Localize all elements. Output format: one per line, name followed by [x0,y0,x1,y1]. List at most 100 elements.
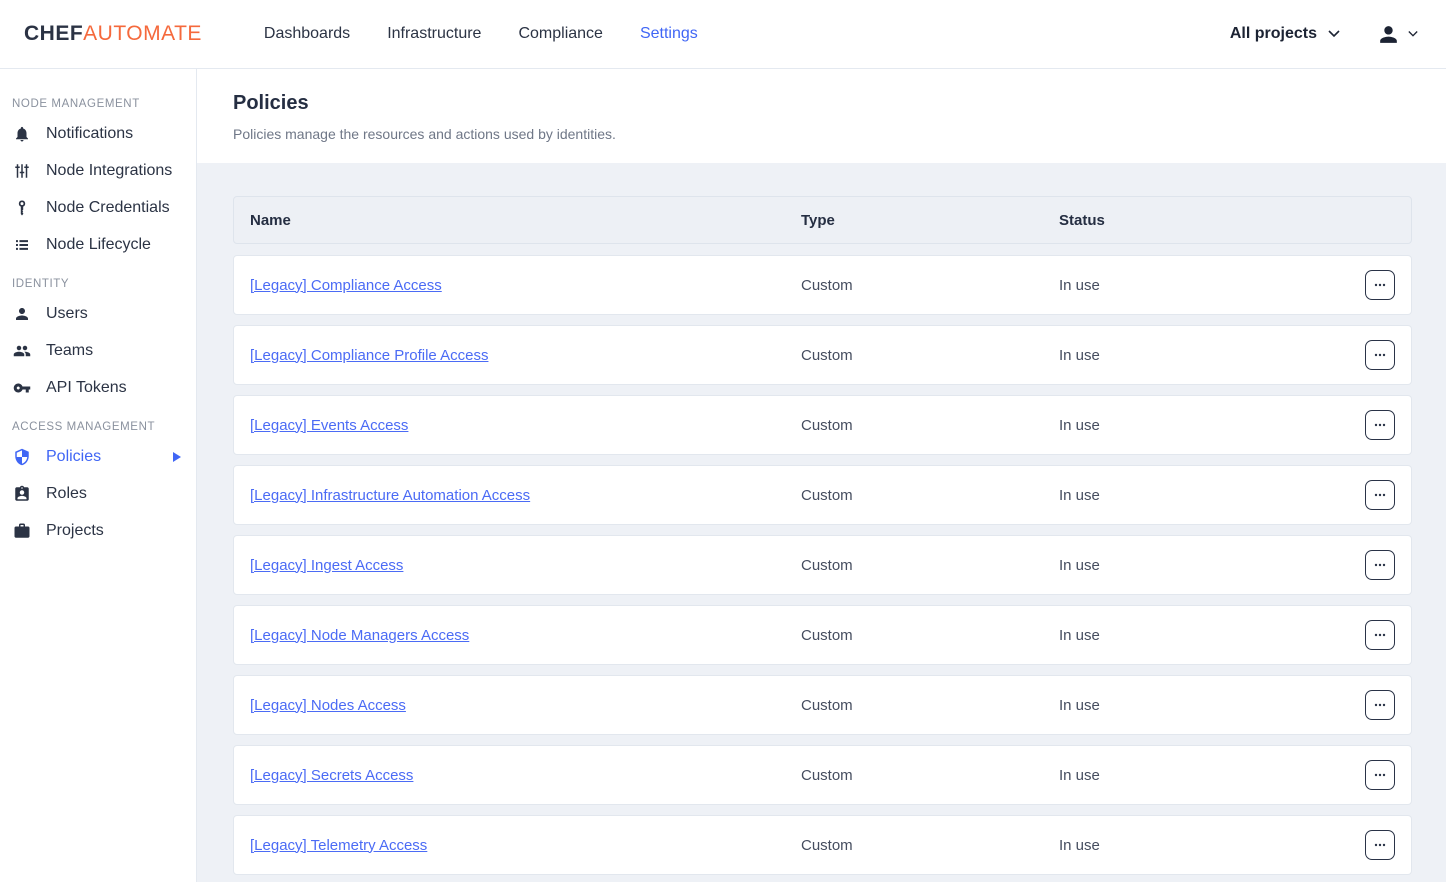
ellipsis-icon [1373,418,1387,432]
ellipsis-icon [1373,558,1387,572]
table-row: [Legacy] Node Managers Access Custom In … [233,605,1412,665]
table-row: [Legacy] Telemetry Access Custom In use [233,815,1412,875]
more-actions-button[interactable] [1365,340,1395,370]
policy-type: Custom [801,837,1059,854]
policy-status: In use [1059,557,1365,574]
ellipsis-icon [1373,698,1387,712]
sidebar-item-roles[interactable]: Roles [0,475,196,512]
more-actions-button[interactable] [1365,690,1395,720]
sidebar-item-node-integrations[interactable]: Node Integrations [0,152,196,189]
more-actions-button[interactable] [1365,410,1395,440]
more-actions-button[interactable] [1365,760,1395,790]
user-menu-button[interactable] [1376,22,1418,47]
ellipsis-icon [1373,768,1387,782]
more-actions-button[interactable] [1365,270,1395,300]
sliders-icon [13,162,31,180]
sidebar-item-users[interactable]: Users [0,295,196,332]
policy-link[interactable]: [Legacy] Secrets Access [250,767,413,784]
page-title: Policies [233,92,1446,115]
policy-status: In use [1059,767,1365,784]
key-vertical-icon [13,199,31,217]
sidebar-item-label: Node Integrations [46,162,172,180]
page-subtitle: Policies manage the resources and action… [233,126,1446,142]
policy-type: Custom [801,417,1059,434]
policy-link[interactable]: [Legacy] Nodes Access [250,697,406,714]
person-icon [13,305,31,323]
table-row: [Legacy] Events Access Custom In use [233,395,1412,455]
ellipsis-icon [1373,488,1387,502]
nav-compliance[interactable]: Compliance [518,25,602,43]
more-actions-button[interactable] [1365,830,1395,860]
sidebar-item-label: Policies [46,448,101,466]
main-content: Policies Policies manage the resources a… [197,69,1446,882]
topnav-right-controls: All projects [1224,22,1418,47]
policy-link[interactable]: [Legacy] Ingest Access [250,557,403,574]
ellipsis-icon [1373,838,1387,852]
projects-filter-dropdown[interactable]: All projects [1224,24,1346,44]
settings-sidebar: NODE MANAGEMENT Notifications Node Integ… [0,69,197,882]
policy-status: In use [1059,277,1365,294]
policy-type: Custom [801,627,1059,644]
primary-nav: Dashboards Infrastructure Compliance Set… [264,25,698,43]
policy-type: Custom [801,767,1059,784]
column-header-status: Status [1059,212,1365,229]
sidebar-item-label: Projects [46,522,104,540]
policy-link[interactable]: [Legacy] Node Managers Access [250,627,469,644]
projects-filter-label: All projects [1230,25,1317,43]
sidebar-item-label: Teams [46,342,93,360]
policy-type: Custom [801,557,1059,574]
sidebar-item-notifications[interactable]: Notifications [0,115,196,152]
table-row: [Legacy] Secrets Access Custom In use [233,745,1412,805]
ellipsis-icon [1373,348,1387,362]
policy-type: Custom [801,347,1059,364]
policy-link[interactable]: [Legacy] Compliance Access [250,277,442,294]
ellipsis-icon [1373,278,1387,292]
nav-dashboards[interactable]: Dashboards [264,25,350,43]
sidebar-section-access-management: ACCESS MANAGEMENT [12,421,196,433]
policy-status: In use [1059,417,1365,434]
avatar-icon [1376,22,1401,47]
briefcase-icon [13,522,31,540]
policy-status: In use [1059,697,1365,714]
sidebar-item-node-credentials[interactable]: Node Credentials [0,189,196,226]
sidebar-section-node-management: NODE MANAGEMENT [12,98,196,110]
nav-settings[interactable]: Settings [640,25,698,43]
policy-status: In use [1059,347,1365,364]
nav-infrastructure[interactable]: Infrastructure [387,25,481,43]
list-icon [13,236,31,254]
sidebar-item-label: Node Lifecycle [46,236,151,254]
sidebar-item-projects[interactable]: Projects [0,512,196,549]
policy-link[interactable]: [Legacy] Compliance Profile Access [250,347,488,364]
column-header-type: Type [801,212,1059,229]
people-icon [13,342,31,360]
page-header: Policies Policies manage the resources a… [197,69,1446,163]
policy-link[interactable]: [Legacy] Telemetry Access [250,837,427,854]
sidebar-item-api-tokens[interactable]: API Tokens [0,369,196,406]
policy-type: Custom [801,697,1059,714]
column-header-name: Name [250,212,801,229]
sidebar-item-label: Notifications [46,125,133,143]
policy-status: In use [1059,627,1365,644]
chef-automate-logo[interactable]: CHEFAUTOMATE [24,22,202,46]
sidebar-section-identity: IDENTITY [12,278,196,290]
logo-product-text: AUTOMATE [83,22,202,45]
sidebar-item-node-lifecycle[interactable]: Node Lifecycle [0,226,196,263]
sidebar-item-label: Users [46,305,88,323]
table-row: [Legacy] Infrastructure Automation Acces… [233,465,1412,525]
ellipsis-icon [1373,628,1387,642]
sidebar-item-teams[interactable]: Teams [0,332,196,369]
more-actions-button[interactable] [1365,550,1395,580]
more-actions-button[interactable] [1365,480,1395,510]
more-actions-button[interactable] [1365,620,1395,650]
submenu-expand-arrow-icon[interactable] [173,452,181,462]
policy-link[interactable]: [Legacy] Infrastructure Automation Acces… [250,487,530,504]
badge-icon [13,485,31,503]
sidebar-item-label: Node Credentials [46,199,170,217]
table-row: [Legacy] Compliance Access Custom In use [233,255,1412,315]
bell-icon [13,125,31,143]
sidebar-item-policies[interactable]: Policies [0,438,196,475]
table-row: [Legacy] Ingest Access Custom In use [233,535,1412,595]
policy-status: In use [1059,487,1365,504]
policy-link[interactable]: [Legacy] Events Access [250,417,408,434]
sidebar-item-label: API Tokens [46,379,127,397]
